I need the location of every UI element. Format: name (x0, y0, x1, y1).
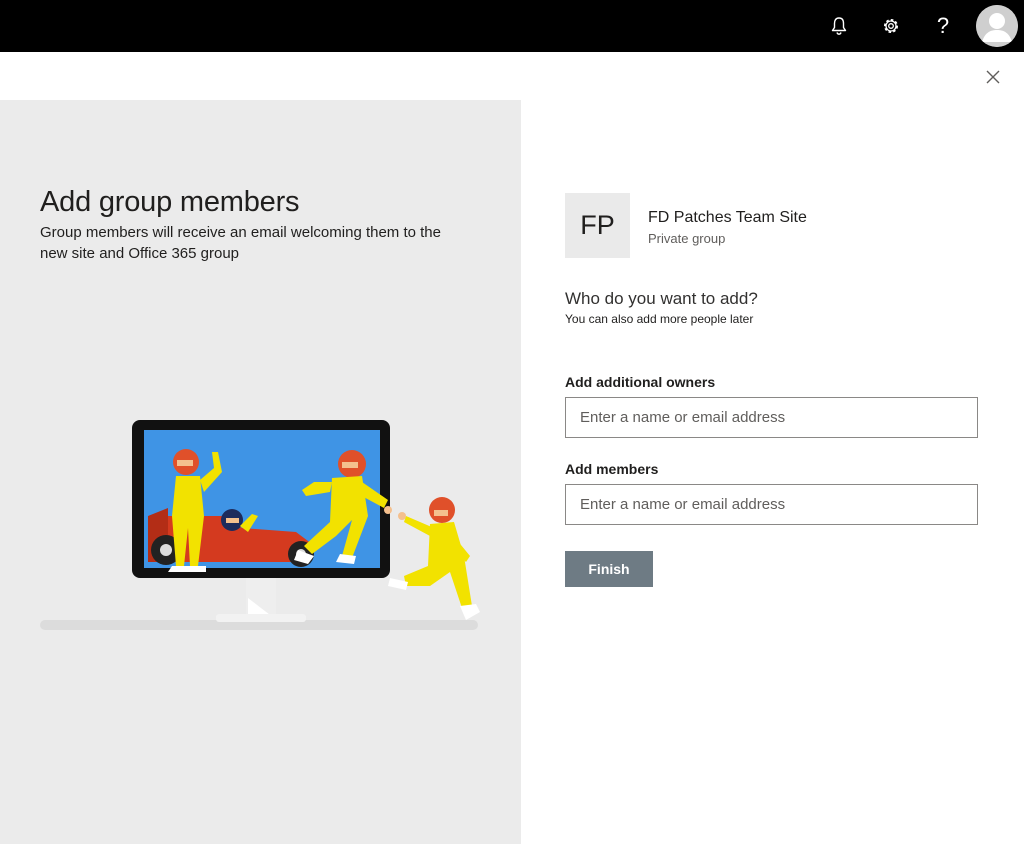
site-avatar: FP (565, 193, 630, 258)
gear-icon-graphic (884, 19, 898, 33)
owners-input[interactable] (565, 397, 978, 438)
site-name: FD Patches Team Site (648, 209, 807, 226)
close-icon (986, 70, 1000, 84)
illustration (36, 416, 486, 636)
owners-label: Add additional owners (565, 374, 716, 390)
team-illustration-graphic (40, 420, 480, 630)
gear-icon[interactable] (875, 10, 907, 42)
members-input[interactable] (565, 484, 978, 525)
close-button[interactable] (982, 66, 1004, 88)
bell-icon-graphic (831, 17, 847, 35)
suite-header: ? (0, 0, 1024, 52)
help-icon[interactable]: ? (927, 10, 959, 42)
page-title: Add group members (40, 186, 300, 218)
page-description: Group members will receive an email welc… (40, 224, 441, 262)
site-privacy: Private group (648, 231, 726, 246)
bell-icon[interactable] (823, 10, 855, 42)
avatar-icon (976, 5, 1018, 47)
help-glyph: ? (936, 13, 950, 38)
avatar[interactable] (976, 5, 1018, 47)
members-label: Add members (565, 461, 659, 477)
section-title: Who do you want to add? (565, 289, 758, 308)
section-subtitle: You can also add more people later (565, 312, 754, 326)
finish-button[interactable]: Finish (565, 551, 653, 587)
